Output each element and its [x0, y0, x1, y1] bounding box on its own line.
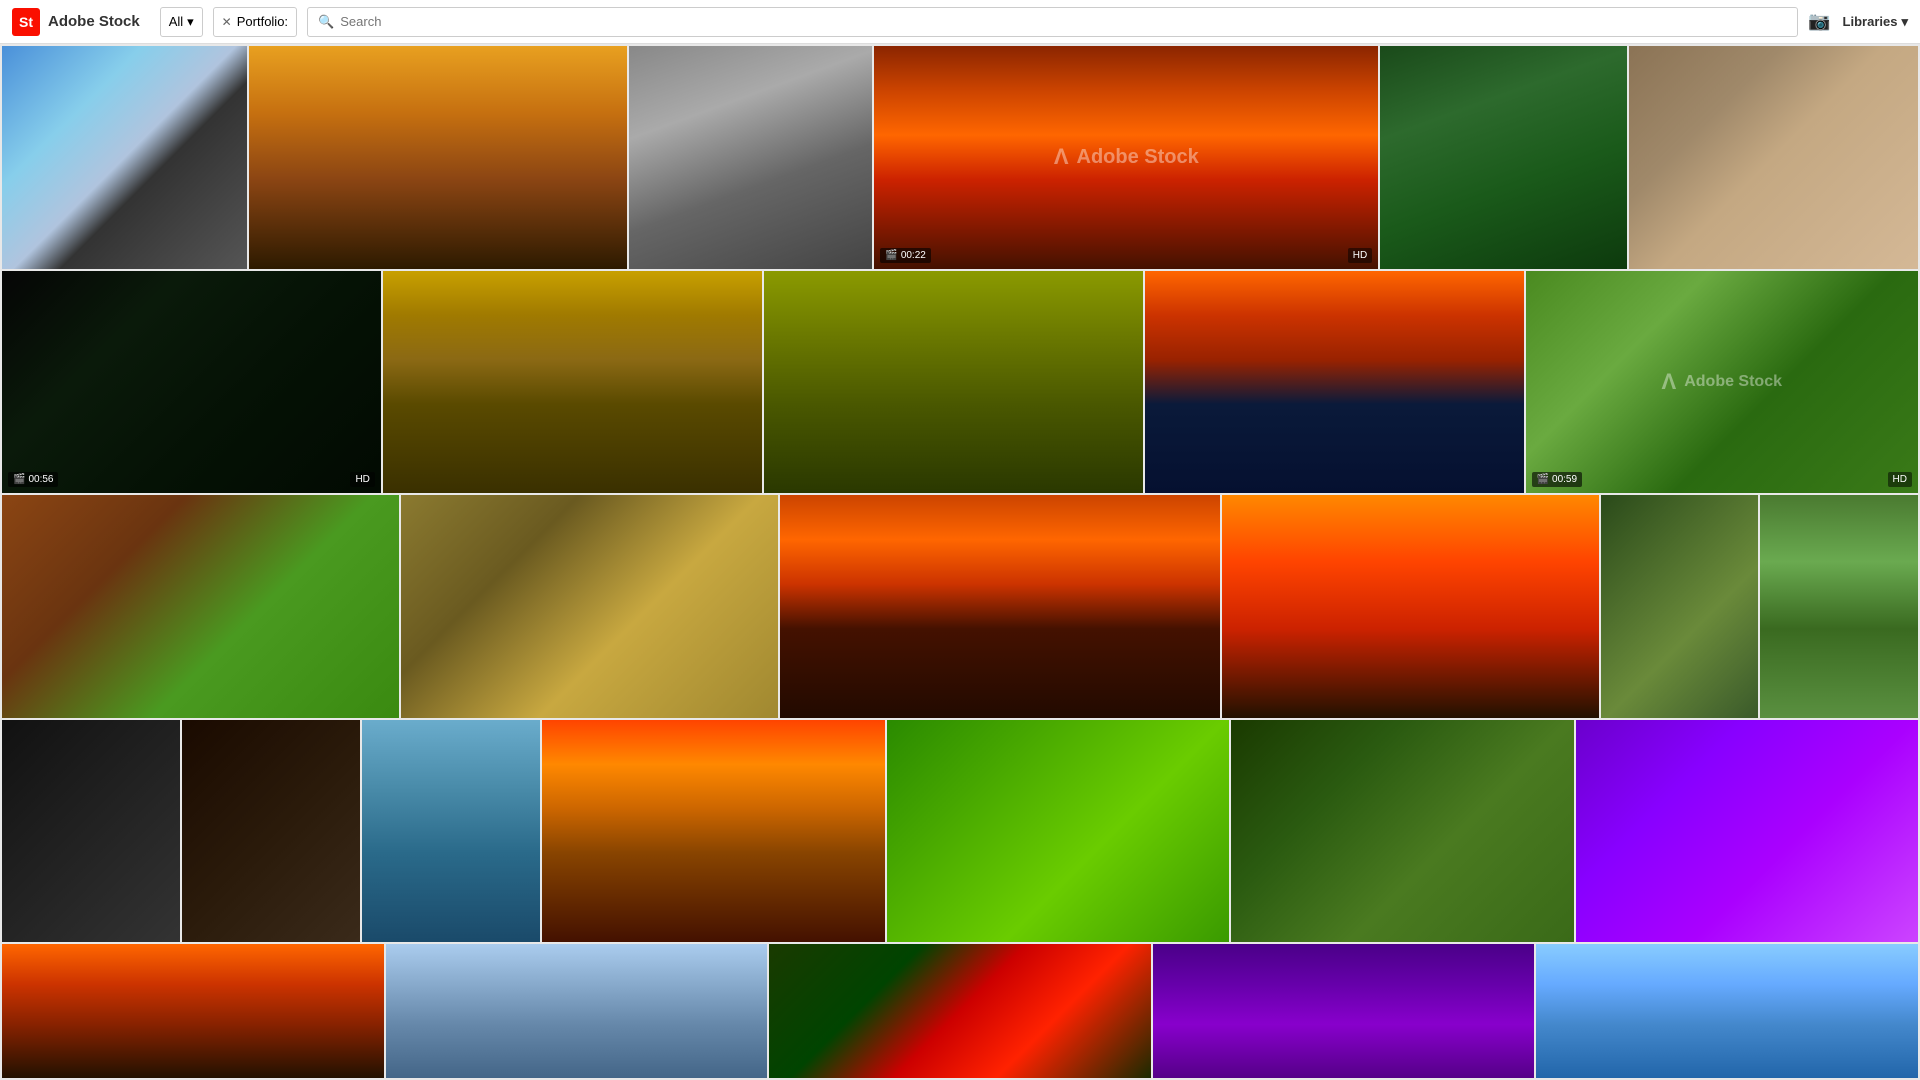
video-badge: 🎬 00:56	[8, 472, 58, 487]
gallery-item[interactable]	[1145, 271, 1524, 494]
video-time: 00:22	[901, 250, 926, 261]
gallery-item[interactable]	[182, 720, 360, 943]
filter-label: All	[169, 14, 183, 29]
adobe-stock-logo-icon: St	[12, 8, 40, 36]
adobe-watermark: Ʌ Adobe Stock	[1054, 144, 1199, 170]
gallery-item[interactable]: 🎬 00:56 HD	[2, 271, 381, 494]
gallery-item[interactable]	[249, 46, 627, 269]
portfolio-label: Portfolio:	[237, 14, 288, 29]
video-badge: 🎬 00:22	[880, 248, 930, 263]
gallery-row	[2, 944, 1918, 1078]
gallery-item[interactable]	[362, 720, 540, 943]
gallery-item[interactable]	[1222, 495, 1599, 718]
gallery-item[interactable]	[1231, 720, 1573, 943]
gallery-item[interactable]	[1576, 720, 1918, 943]
app-name: Adobe Stock	[48, 13, 140, 30]
gallery-row: 🎬 00:56 HD Ʌ Adobe Stock 🎬 00:59 HD	[2, 271, 1918, 494]
gallery-item[interactable]	[2, 720, 180, 943]
video-camera-icon: 🎬	[885, 250, 897, 261]
watermark-text: Adobe Stock	[1684, 373, 1782, 391]
header: St Adobe Stock All ▾ ✕ Portfolio: 🔍 📷 Li…	[0, 0, 1920, 44]
gallery-item[interactable]	[2, 944, 384, 1078]
gallery: Ʌ Adobe Stock 🎬 00:22 HD 🎬 00:56 HD Ʌ	[0, 44, 1920, 1080]
gallery-row: Ʌ Adobe Stock 🎬 00:22 HD	[2, 46, 1918, 269]
gallery-item[interactable]	[542, 720, 884, 943]
gallery-item[interactable]	[1629, 46, 1918, 269]
video-time: 00:59	[1552, 474, 1577, 485]
search-icon: 🔍	[318, 14, 334, 30]
gallery-item[interactable]	[1601, 495, 1759, 718]
gallery-item[interactable]	[383, 271, 762, 494]
chevron-down-icon: ▾	[1901, 14, 1908, 30]
libraries-label: Libraries	[1843, 14, 1898, 29]
gallery-item[interactable]	[769, 944, 1151, 1078]
gallery-row	[2, 720, 1918, 943]
filter-dropdown[interactable]: All ▾	[160, 7, 203, 37]
gallery-item[interactable]: Ʌ Adobe Stock 🎬 00:59 HD	[1526, 271, 1918, 494]
adobe-watermark: Ʌ Adobe Stock	[1662, 369, 1782, 395]
header-right: 📷 Libraries ▾	[1808, 11, 1908, 32]
gallery-item[interactable]	[2, 46, 247, 269]
hd-badge: HD	[350, 472, 374, 487]
logo-area: St Adobe Stock	[12, 8, 140, 36]
watermark-icon: Ʌ	[1054, 144, 1069, 170]
gallery-item[interactable]	[1153, 944, 1535, 1078]
portfolio-tag: ✕ Portfolio:	[213, 7, 297, 37]
search-bar[interactable]: 🔍	[307, 7, 1798, 37]
gallery-item[interactable]	[764, 271, 1143, 494]
hd-badge: HD	[1888, 472, 1912, 487]
gallery-item[interactable]	[401, 495, 778, 718]
gallery-item[interactable]	[1536, 944, 1918, 1078]
watermark-text: Adobe Stock	[1077, 146, 1199, 169]
video-camera-icon: 🎬	[13, 474, 25, 485]
video-time: 00:56	[28, 474, 53, 485]
gallery-item[interactable]	[629, 46, 872, 269]
video-camera-icon: 🎬	[1537, 474, 1549, 485]
watermark-icon: Ʌ	[1662, 369, 1677, 395]
gallery-item[interactable]	[386, 944, 768, 1078]
gallery-item[interactable]: Ʌ Adobe Stock 🎬 00:22 HD	[874, 46, 1378, 269]
gallery-item[interactable]	[887, 720, 1229, 943]
close-icon[interactable]: ✕	[222, 15, 232, 29]
gallery-item[interactable]	[780, 495, 1221, 718]
chevron-down-icon: ▾	[187, 14, 194, 30]
gallery-row	[2, 495, 1918, 718]
libraries-button[interactable]: Libraries ▾	[1843, 14, 1908, 30]
video-badge: 🎬 00:59	[1532, 472, 1582, 487]
gallery-item[interactable]	[1380, 46, 1627, 269]
gallery-item[interactable]	[1760, 495, 1918, 718]
camera-icon[interactable]: 📷	[1808, 11, 1830, 32]
gallery-item[interactable]	[2, 495, 399, 718]
hd-badge: HD	[1348, 248, 1372, 263]
search-input[interactable]	[340, 14, 1787, 29]
